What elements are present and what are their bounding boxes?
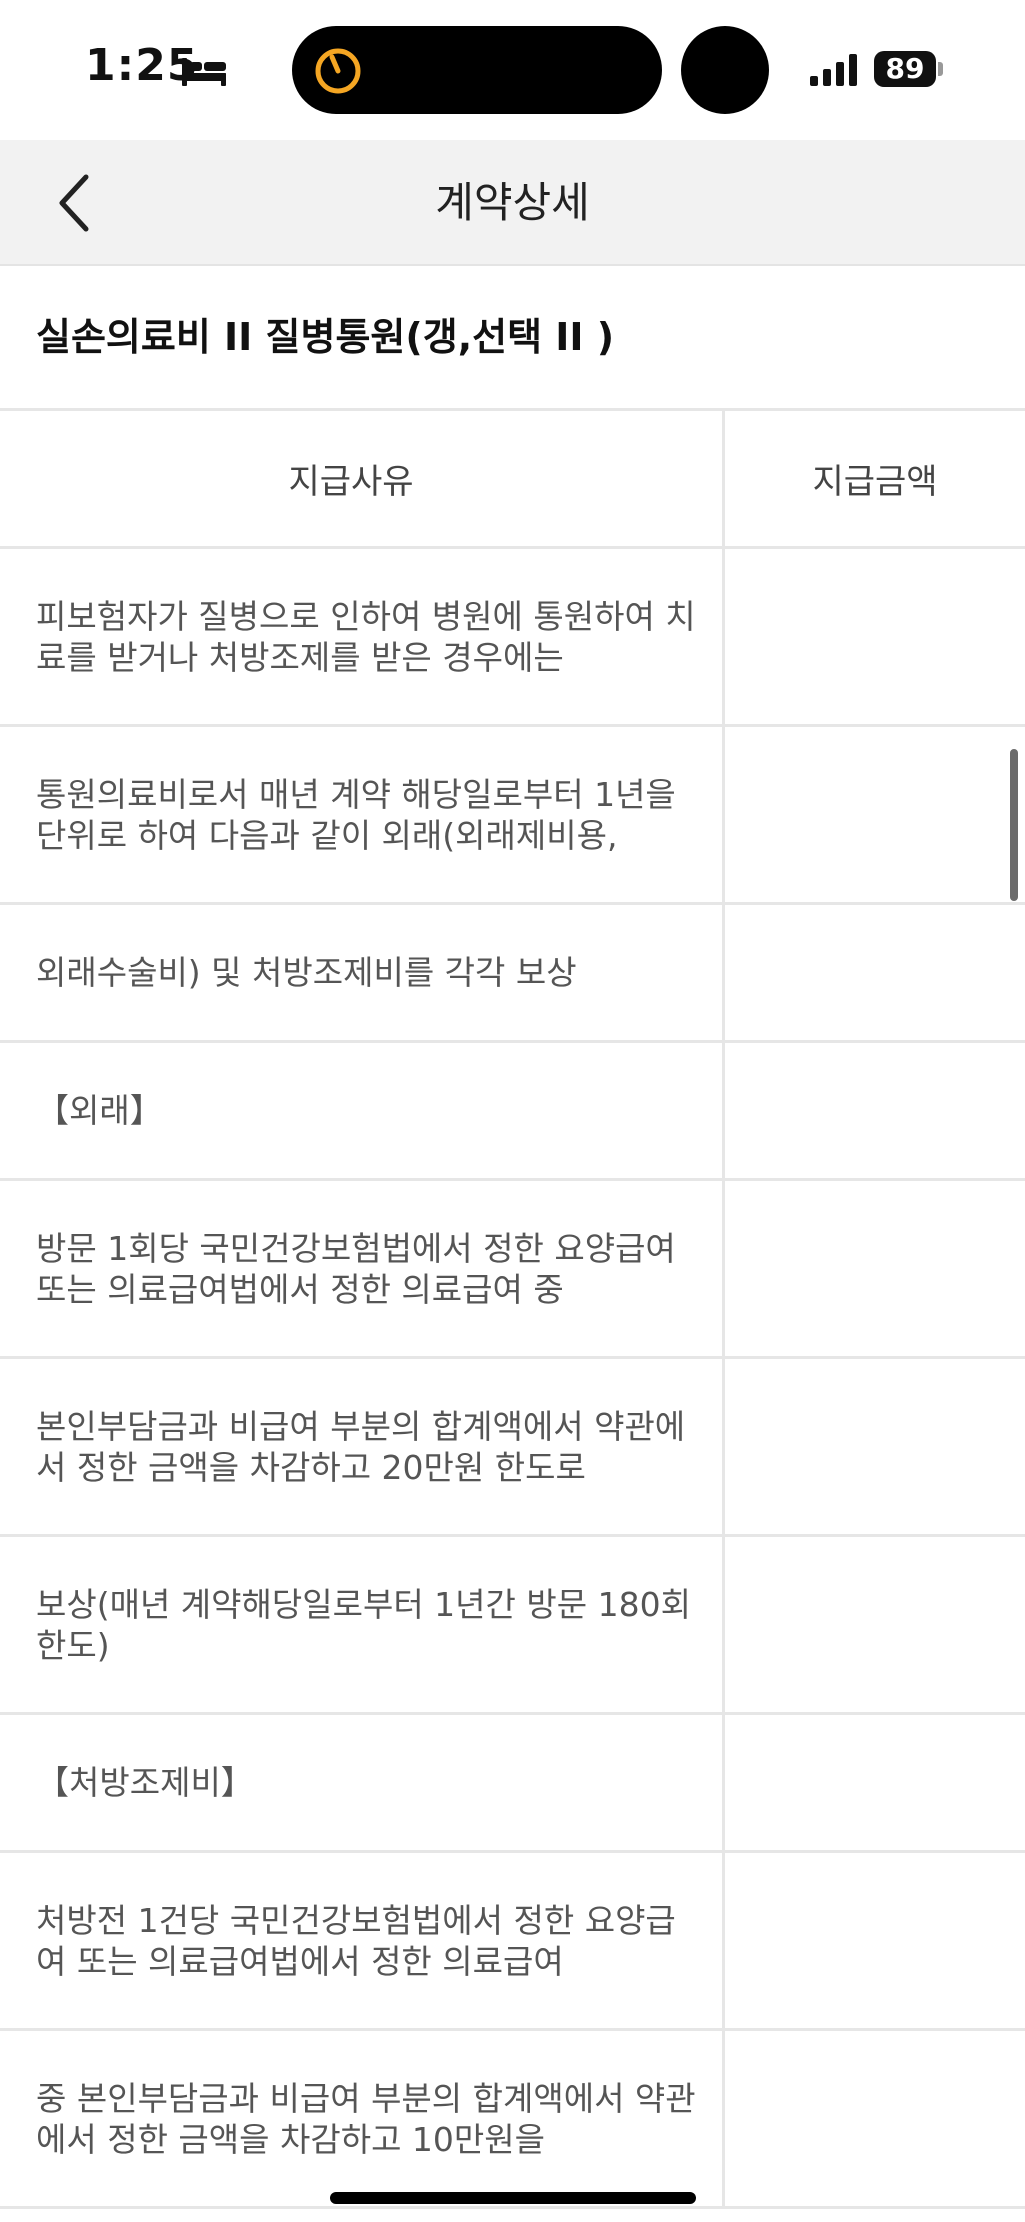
reason-cell: 본인부담금과 비급여 부분의 합계액에서 약관에서 정한 금액을 차감하고 20…	[0, 1359, 725, 1534]
table-row: 처방전 1건당 국민건강보험법에서 정한 요양급여 또는 의료급여법에서 정한 …	[0, 1853, 1025, 2031]
amount-cell	[725, 1359, 1025, 1534]
header-cell-amount: 지급금액	[725, 411, 1025, 546]
reason-text: 통원의료비로서 매년 계약 해당일로부터 1년을 단위로 하여 다음과 같이 외…	[36, 774, 676, 855]
amount-cell	[725, 905, 1025, 1040]
reason-cell: 통원의료비로서 매년 계약 해당일로부터 1년을 단위로 하여 다음과 같이 외…	[0, 727, 725, 902]
signal-icon	[810, 54, 857, 86]
reason-text: 【처방조제비】	[36, 1763, 254, 1802]
reason-cell: 【처방조제비】	[0, 1715, 725, 1850]
contract-detail-screen: 1:25 89 계약상세 실손의료비 II 질병통원(갱,선택 II) 지급사…	[0, 0, 1025, 2222]
table-row: 방문 1회당 국민건강보험법에서 정한 요양급여 또는 의료급여법에서 정한 의…	[0, 1181, 1025, 1359]
vertical-scrollbar[interactable]	[1010, 749, 1018, 901]
amount-cell	[725, 727, 1025, 902]
amount-cell	[725, 1043, 1025, 1178]
header-cell-reason: 지급사유	[0, 411, 725, 546]
table-header-row: 지급사유 지급금액	[0, 411, 1025, 549]
table-row: 【처방조제비】	[0, 1715, 1025, 1853]
amount-cell	[725, 1537, 1025, 1712]
table-row: 【외래】	[0, 1043, 1025, 1181]
battery-nub	[938, 62, 943, 76]
bed-icon	[182, 58, 226, 86]
amount-cell	[725, 1715, 1025, 1850]
table-row: 본인부담금과 비급여 부분의 합계액에서 약관에서 정한 금액을 차감하고 20…	[0, 1359, 1025, 1537]
chevron-left-icon	[59, 174, 89, 232]
reason-text: 방문 1회당 국민건강보험법에서 정한 요양급여 또는 의료급여법에서 정한 의…	[36, 1228, 676, 1309]
reason-text: 보상(매년 계약해당일로부터 1년간 방문 180회 한도)	[36, 1584, 691, 1665]
table-row: 외래수술비) 및 처방조제비를 각각 보상	[0, 905, 1025, 1043]
product-title: 실손의료비 II 질병통원(갱,선택 II )	[36, 315, 615, 359]
reason-cell: 【외래】	[0, 1043, 725, 1178]
amount-cell	[725, 1181, 1025, 1356]
amount-cell	[725, 2031, 1025, 2206]
reason-text: 외래수술비) 및 처방조제비를 각각 보상	[36, 953, 577, 992]
amount-cell	[725, 549, 1025, 724]
coverage-table: 지급사유 지급금액 피보험자가 질병으로 인하여 병원에 통원하여 치료를 받거…	[0, 408, 1025, 2209]
home-indicator[interactable]	[330, 2192, 696, 2204]
reason-cell: 처방전 1건당 국민건강보험법에서 정한 요양급여 또는 의료급여법에서 정한 …	[0, 1853, 725, 2028]
reason-text: 처방전 1건당 국민건강보험법에서 정한 요양급여 또는 의료급여법에서 정한 …	[36, 1900, 676, 1981]
header-reason-label: 지급사유	[288, 462, 414, 502]
page-title: 계약상세	[435, 178, 590, 227]
reason-cell: 피보험자가 질병으로 인하여 병원에 통원하여 치료를 받거나 처방조제를 받은…	[0, 549, 725, 724]
table-row: 피보험자가 질병으로 인하여 병원에 통원하여 치료를 받거나 처방조제를 받은…	[0, 549, 1025, 727]
reason-text: 【외래】	[36, 1091, 163, 1130]
back-button[interactable]	[40, 165, 116, 241]
table-row: 중 본인부담금과 비급여 부분의 합계액에서 약관에서 정한 금액을 차감하고 …	[0, 2031, 1025, 2209]
table-row: 보상(매년 계약해당일로부터 1년간 방문 180회 한도)	[0, 1537, 1025, 1715]
nav-bar: 계약상세	[0, 140, 1025, 266]
amount-cell	[725, 1853, 1025, 2028]
reason-cell: 보상(매년 계약해당일로부터 1년간 방문 180회 한도)	[0, 1537, 725, 1712]
front-camera	[681, 26, 769, 114]
header-amount-label: 지급금액	[812, 462, 938, 502]
status-bar: 1:25 89	[0, 0, 1025, 140]
reason-text: 중 본인부담금과 비급여 부분의 합계액에서 약관에서 정한 금액을 차감하고 …	[36, 2078, 696, 2159]
battery-icon: 89	[874, 51, 936, 87]
reason-text: 피보험자가 질병으로 인하여 병원에 통원하여 치료를 받거나 처방조제를 받은…	[36, 596, 696, 677]
timer-icon	[315, 48, 361, 94]
reason-text: 본인부담금과 비급여 부분의 합계액에서 약관에서 정한 금액을 차감하고 20…	[36, 1406, 686, 1487]
table-row: 통원의료비로서 매년 계약 해당일로부터 1년을 단위로 하여 다음과 같이 외…	[0, 727, 1025, 905]
reason-cell: 중 본인부담금과 비급여 부분의 합계액에서 약관에서 정한 금액을 차감하고 …	[0, 2031, 725, 2206]
reason-cell: 외래수술비) 및 처방조제비를 각각 보상	[0, 905, 725, 1040]
reason-cell: 방문 1회당 국민건강보험법에서 정한 요양급여 또는 의료급여법에서 정한 의…	[0, 1181, 725, 1356]
